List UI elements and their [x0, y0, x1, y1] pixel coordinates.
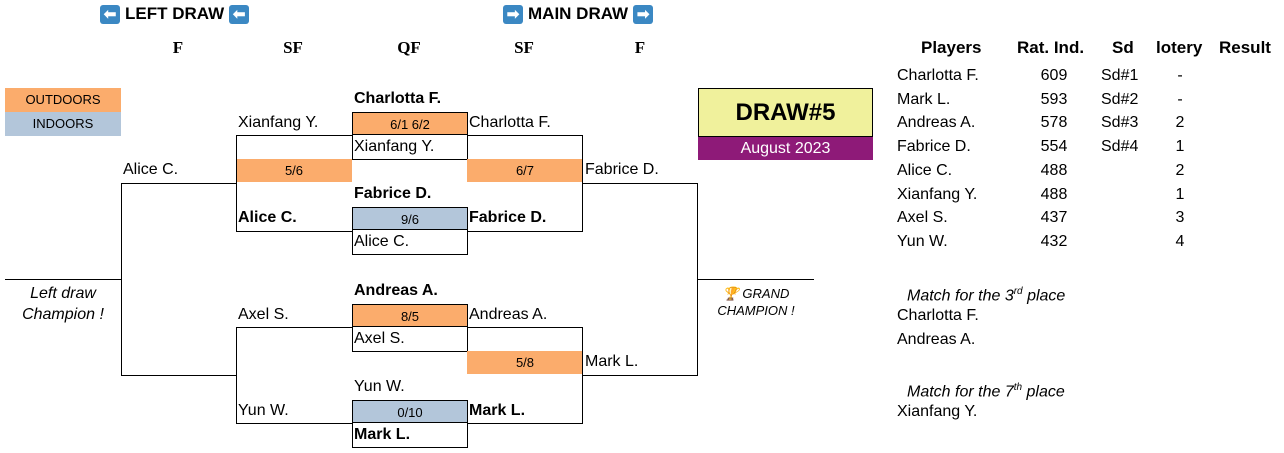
col-sf-right: SF	[514, 38, 534, 57]
col-lotery: lotery	[1156, 38, 1203, 57]
table-cell-rating: 488	[1040, 185, 1068, 203]
right-sf1-top-player: Charlotta F.	[469, 114, 551, 131]
left-draw-champion-label: Left draw Champion !	[22, 285, 104, 323]
table-cell-lotery: -	[1177, 90, 1183, 108]
table-cell-player: Xianfang Y.	[897, 185, 978, 203]
legend-indoors: INDOORS	[5, 112, 121, 136]
third-place-player-1: Charlotta F.	[897, 307, 979, 324]
table-cell-lotery: 2	[1175, 161, 1185, 179]
right-sf1-bottom-player: Fabrice D.	[469, 209, 547, 226]
right-sf1-score: 6/7	[467, 159, 583, 182]
draw-date: August 2023	[698, 137, 873, 160]
table-cell-lotery: 1	[1175, 185, 1185, 203]
right-sf2-score: 5/8	[467, 351, 583, 374]
third-place-player-2: Andreas A.	[897, 331, 976, 348]
qf2-top-player: Fabrice D.	[354, 185, 432, 202]
table-cell-rating: 437	[1040, 209, 1068, 227]
col-rating: Rat. Ind.	[1017, 38, 1085, 57]
col-sf-left: SF	[283, 38, 303, 57]
trophy-icon: 🏆	[722, 286, 739, 301]
left-sf2-bottom-player: Yun W.	[238, 402, 289, 419]
qf2-bottom-player: Alice C.	[354, 233, 410, 250]
col-f-left: F	[172, 38, 184, 57]
table-cell-player: Axel S.	[897, 209, 948, 227]
grand-champion-label: 🏆 GRAND CHAMPION !	[698, 285, 814, 319]
table-cell-player: Charlotta F.	[897, 67, 979, 84]
table-cell-lotery: -	[1177, 67, 1183, 84]
left-draw-header: ⬅ LEFT DRAW ⬅	[100, 4, 250, 24]
arrow-left-icon: ⬅	[100, 4, 120, 24]
left-draw-title: LEFT DRAW	[125, 4, 225, 23]
table-cell-rating: 554	[1040, 138, 1068, 156]
main-draw-header: ➡ MAIN DRAW ➡	[503, 4, 654, 24]
right-final-bottom-player: Mark L.	[585, 353, 639, 370]
table-cell-player: Yun W.	[897, 232, 948, 250]
col-result: Result	[1219, 38, 1271, 57]
left-sf1-top-player: Xianfang Y.	[238, 114, 319, 131]
table-cell-lotery: 2	[1175, 114, 1185, 132]
right-sf2-bottom-player: Mark L.	[469, 402, 526, 419]
table-cell-rating: 432	[1040, 232, 1068, 250]
table-cell-rating: 593	[1040, 90, 1068, 108]
table-cell-lotery: 3	[1175, 209, 1185, 227]
col-players: Players	[921, 38, 982, 57]
arrow-right-icon: ➡	[503, 4, 523, 24]
qf2-score: 9/6	[352, 207, 468, 230]
table-cell-player: Mark L.	[897, 90, 951, 108]
table-cell-player: Fabrice D.	[897, 138, 971, 156]
legend-outdoors: OUTDOORS	[5, 88, 121, 112]
arrow-right-icon: ➡	[633, 4, 654, 24]
qf3-score: 8/5	[352, 304, 468, 327]
table-cell-player: Alice C.	[897, 161, 953, 179]
qf4-bottom-player: Mark L.	[354, 426, 411, 443]
left-sf2-top-player: Axel S.	[238, 306, 289, 323]
qf3-top-player: Andreas A.	[354, 282, 438, 299]
table-cell-seed: Sd#4	[1101, 138, 1139, 156]
qf4-top-player: Yun W.	[354, 378, 405, 395]
left-sf1-score: 5/6	[236, 159, 352, 182]
table-cell-seed: Sd#1	[1101, 67, 1139, 84]
table-cell-seed: Sd#2	[1101, 90, 1139, 108]
col-seed: Sd	[1112, 38, 1134, 57]
table-cell-rating: 609	[1040, 67, 1068, 84]
seventh-place-player-1: Xianfang Y.	[897, 403, 978, 420]
qf1-top-player: Charlotta F.	[354, 90, 442, 107]
right-final-top-player: Fabrice D.	[585, 161, 659, 178]
right-sf2-top-player: Andreas A.	[469, 306, 548, 323]
draw-title: DRAW#5	[698, 88, 873, 137]
left-sf1-bottom-player: Alice C.	[238, 209, 297, 226]
qf4-score: 0/10	[352, 400, 468, 423]
arrow-left-icon: ⬅	[229, 4, 250, 24]
table-cell-rating: 488	[1040, 161, 1068, 179]
table-cell-lotery: 1	[1175, 138, 1185, 156]
qf1-bottom-player: Xianfang Y.	[354, 138, 435, 155]
col-qf: QF	[397, 38, 421, 57]
table-cell-player: Andreas A.	[897, 114, 976, 132]
left-final-top-player: Alice C.	[123, 161, 179, 178]
table-cell-seed: Sd#3	[1101, 114, 1139, 132]
qf3-bottom-player: Axel S.	[354, 330, 405, 347]
table-cell-rating: 578	[1040, 114, 1068, 132]
table-cell-lotery: 4	[1175, 232, 1185, 250]
main-draw-title: MAIN DRAW	[528, 4, 629, 23]
col-f-right: F	[634, 38, 646, 57]
qf1-score: 6/1 6/2	[352, 112, 468, 135]
